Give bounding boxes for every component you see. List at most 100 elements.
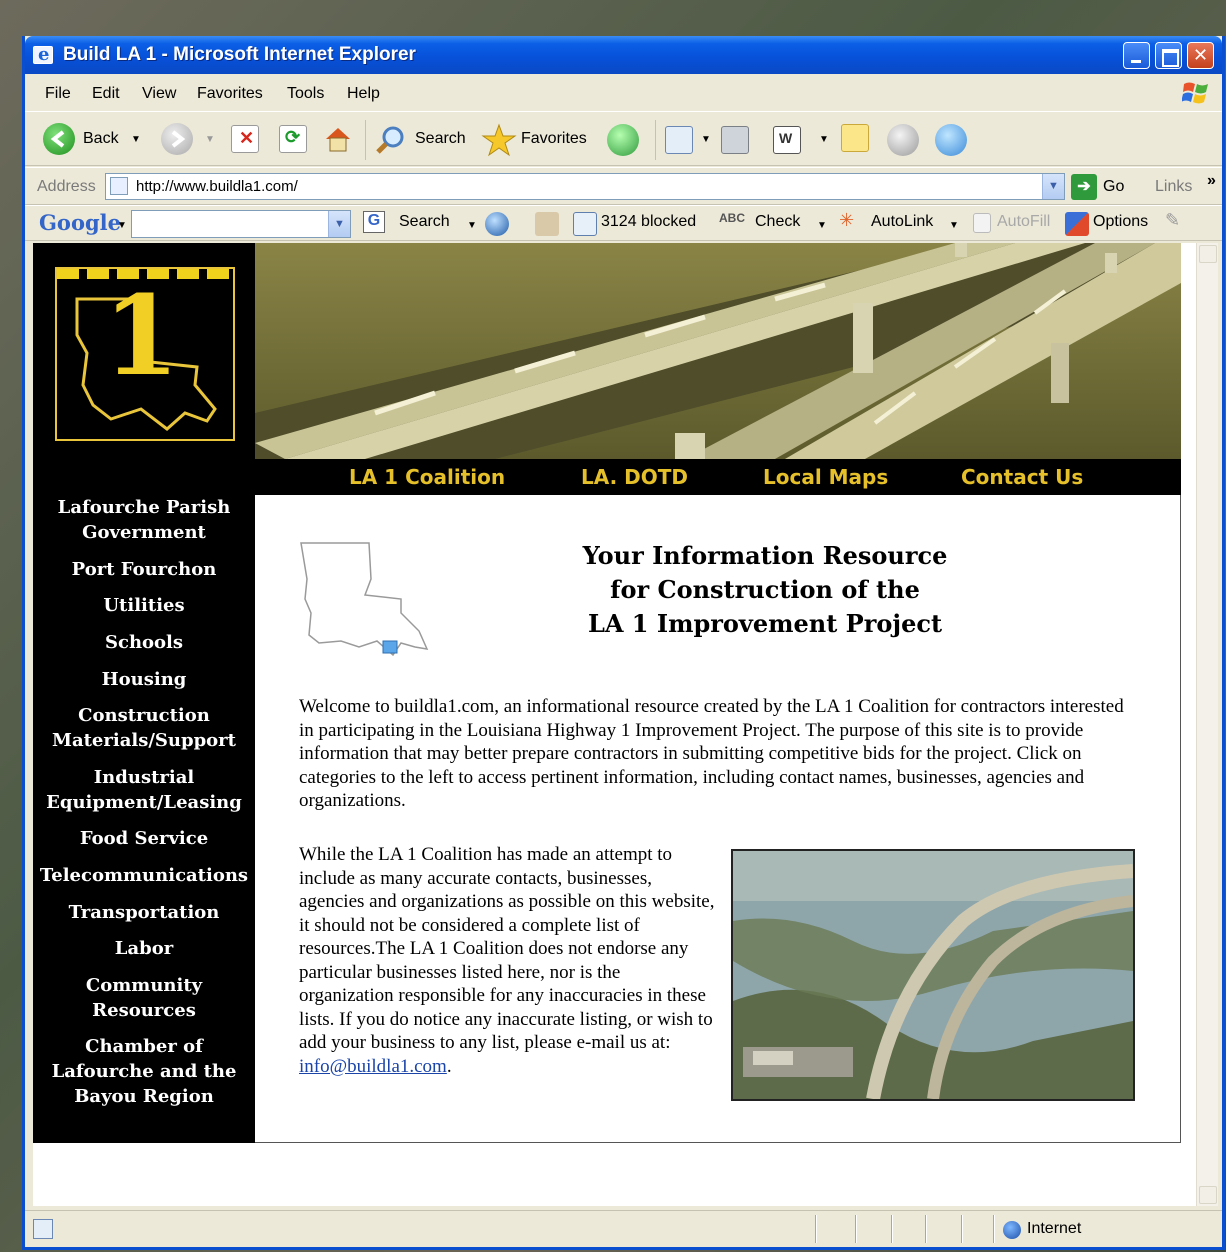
louisiana-map-icon: [300, 542, 429, 657]
sidebar-link-line: Food Service: [79, 828, 209, 849]
nav-la1-coalition[interactable]: LA 1 Coalition: [349, 465, 505, 489]
google-toolbar: Google ▼ ▼ G Search ▼ 3124 blocked ABC C…: [25, 205, 1222, 241]
links-button[interactable]: Links: [1155, 178, 1192, 196]
logo-numeral: 1: [103, 271, 180, 400]
autolink-dropdown-icon[interactable]: ▼: [949, 220, 959, 231]
go-arrow-icon[interactable]: ➔: [1071, 174, 1097, 200]
note-icon[interactable]: [841, 124, 869, 152]
sidebar-link[interactable]: Food Service: [33, 826, 255, 851]
messenger-icon[interactable]: [935, 124, 967, 156]
status-separator: [925, 1215, 927, 1243]
spellcheck-icon[interactable]: ABC: [719, 211, 745, 225]
minimize-button[interactable]: [1123, 42, 1150, 69]
mail-dropdown-icon[interactable]: ▼: [701, 134, 711, 145]
address-url: http://www.buildla1.com/: [136, 178, 298, 195]
favorites-star-icon[interactable]: [481, 122, 517, 158]
menu-file[interactable]: File: [45, 85, 71, 103]
autolink-icon[interactable]: ✳: [839, 210, 854, 231]
search-icon[interactable]: [375, 124, 407, 156]
menu-help[interactable]: Help: [347, 85, 380, 103]
close-button[interactable]: ✕: [1187, 42, 1214, 69]
stop-icon[interactable]: ✕: [231, 125, 259, 153]
spellcheck-dropdown-icon[interactable]: ▼: [817, 220, 827, 231]
scroll-down-icon[interactable]: [1199, 1186, 1217, 1204]
google-news-icon[interactable]: [485, 212, 509, 236]
sidebar-link[interactable]: Lafourche Parish Government: [33, 495, 255, 545]
menu-view[interactable]: View: [142, 85, 176, 103]
print-icon[interactable]: [721, 126, 749, 154]
title-bar[interactable]: Build LA 1 - Microsoft Internet Explorer…: [25, 36, 1222, 74]
popup-blocked-count[interactable]: 3124 blocked: [601, 213, 696, 231]
sidebar-link[interactable]: Chamber of Lafourche and the Bayou Region: [33, 1034, 255, 1109]
back-label[interactable]: Back: [83, 130, 119, 148]
sidebar-link[interactable]: Construction Materials/Support: [33, 703, 255, 753]
sidebar-link[interactable]: Telecommunications: [33, 863, 255, 888]
pagerank-icon[interactable]: [535, 212, 559, 236]
autolink-button[interactable]: AutoLink: [871, 213, 933, 231]
menu-edit[interactable]: Edit: [92, 85, 120, 103]
page-viewport[interactable]: 1 Lafourche Parish Government Port Fourcho…: [33, 243, 1218, 1206]
sidebar-link-line: Utilities: [103, 595, 185, 616]
menu-bar: File Edit View Favorites Tools Help: [25, 78, 1222, 108]
highway-banner-image: [255, 243, 1181, 459]
back-dropdown-icon[interactable]: ▼: [131, 134, 141, 145]
nav-local-maps[interactable]: Local Maps: [763, 465, 888, 489]
sidebar-link-line: Schools: [104, 632, 184, 653]
globe-icon: [1003, 1221, 1021, 1239]
status-separator: [961, 1215, 963, 1243]
menu-favorites[interactable]: Favorites: [197, 85, 263, 103]
favorites-button[interactable]: Favorites: [521, 130, 587, 148]
la1-logo[interactable]: 1: [55, 267, 235, 441]
address-dropdown-icon[interactable]: ▼: [1042, 174, 1064, 199]
windows-logo-icon: [1182, 82, 1208, 104]
google-menu-dropdown-icon[interactable]: ▼: [117, 220, 127, 231]
page-status-icon: [33, 1219, 53, 1239]
google-history-dropdown-icon[interactable]: ▼: [328, 211, 350, 237]
history-icon[interactable]: [607, 124, 639, 156]
google-search-button[interactable]: Search: [399, 213, 450, 231]
google-search-input[interactable]: ▼: [131, 210, 351, 238]
sidebar-link[interactable]: Labor: [33, 936, 255, 961]
mail-icon[interactable]: [665, 126, 693, 154]
edit-word-icon[interactable]: W: [773, 126, 801, 154]
go-button[interactable]: Go: [1103, 178, 1124, 196]
sidebar-link-line: Government: [82, 522, 206, 543]
google-logo[interactable]: Google: [39, 210, 121, 235]
spellcheck-button[interactable]: Check: [755, 213, 800, 231]
nav-contact-us[interactable]: Contact Us: [961, 465, 1083, 489]
top-nav: LA 1 Coalition LA. DOTD Local Maps Conta…: [255, 459, 1181, 495]
vertical-scrollbar[interactable]: [1196, 243, 1218, 1206]
home-icon[interactable]: [323, 124, 351, 152]
discuss-icon[interactable]: [887, 124, 919, 156]
forward-dropdown-icon[interactable]: ▼: [205, 134, 215, 145]
sidebar-link[interactable]: Port Fourchon: [33, 557, 255, 582]
scroll-up-icon[interactable]: [1199, 245, 1217, 263]
links-chevron-icon[interactable]: »: [1207, 172, 1216, 190]
popup-blocker-icon[interactable]: [573, 212, 597, 236]
email-link[interactable]: info@buildla1.com: [299, 1056, 447, 1077]
sidebar-link[interactable]: Industrial Equipment/Leasing: [33, 765, 255, 815]
sidebar-link[interactable]: Utilities: [33, 593, 255, 618]
autofill-icon: [973, 213, 991, 233]
sidebar-link[interactable]: Housing: [33, 667, 255, 692]
nav-la-dotd[interactable]: LA. DOTD: [581, 465, 688, 489]
google-search-dropdown-icon[interactable]: ▼: [467, 220, 477, 231]
sidebar-link[interactable]: Transportation: [33, 900, 255, 925]
ie-icon: [33, 44, 53, 65]
google-g-icon[interactable]: G: [363, 211, 385, 233]
search-button[interactable]: Search: [415, 130, 466, 148]
status-separator: [993, 1215, 995, 1243]
sidebar-link[interactable]: Community Resources: [33, 973, 255, 1023]
forward-arrow-icon[interactable]: [161, 123, 193, 155]
options-button[interactable]: Options: [1093, 213, 1148, 231]
sidebar-link[interactable]: Schools: [33, 630, 255, 655]
refresh-icon[interactable]: ⟳: [279, 125, 307, 153]
edit-dropdown-icon[interactable]: ▼: [819, 134, 829, 145]
status-separator: [815, 1215, 817, 1243]
back-arrow-icon[interactable]: [43, 123, 75, 155]
maximize-button[interactable]: [1155, 42, 1182, 69]
options-icon[interactable]: [1065, 212, 1089, 236]
pencil-icon[interactable]: ✎: [1165, 210, 1180, 231]
menu-tools[interactable]: Tools: [287, 85, 324, 103]
address-input[interactable]: http://www.buildla1.com/ ▼: [105, 173, 1065, 200]
